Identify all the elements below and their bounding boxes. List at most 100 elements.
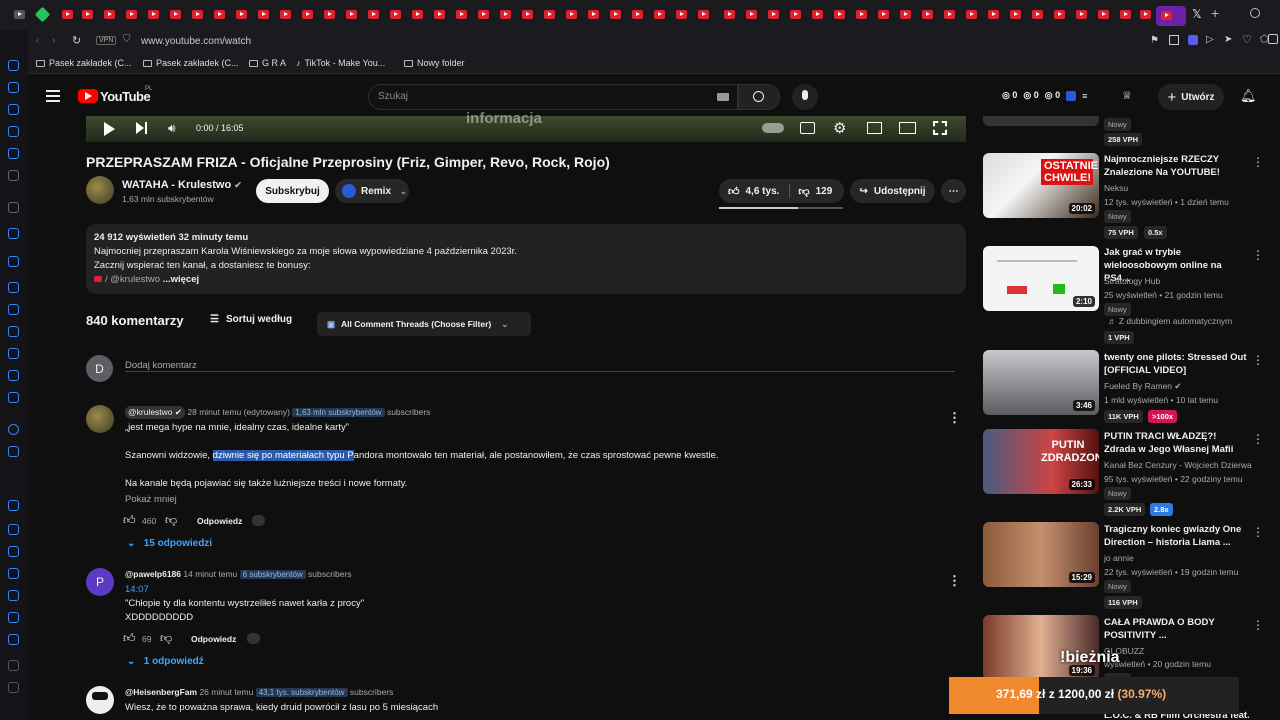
- youtube-tab-icon[interactable]: [588, 10, 599, 19]
- youtube-tab-icon[interactable]: [148, 10, 159, 19]
- dislike-count[interactable]: 129: [816, 186, 833, 197]
- comment-author[interactable]: @krulestwo ✔: [125, 406, 186, 419]
- related-title[interactable]: Tragiczny koniec gwiazdy One Direction –…: [1104, 523, 1250, 549]
- timestamp-link[interactable]: 14:07: [125, 584, 149, 595]
- remix-button[interactable]: Remix ⌄: [335, 179, 409, 203]
- sidebar-icon[interactable]: [8, 148, 19, 159]
- like-icon[interactable]: 👍︎: [123, 631, 136, 646]
- youtube-tab-icon[interactable]: [236, 10, 247, 19]
- new-tab-icon[interactable]: +: [1211, 5, 1219, 21]
- youtube-tab-icon[interactable]: [478, 10, 489, 19]
- comment-avatar[interactable]: [86, 686, 114, 714]
- extension-icon[interactable]: [1188, 35, 1198, 45]
- replies-toggle[interactable]: ⌄ 1 odpowiedź: [127, 656, 204, 667]
- sidebar-icon[interactable]: [8, 612, 19, 623]
- sort-button[interactable]: ☰ Sortuj według: [210, 314, 292, 325]
- sidebar-icon[interactable]: [8, 546, 19, 557]
- youtube-tab-icon[interactable]: [566, 10, 577, 19]
- youtube-tab-icon[interactable]: [170, 10, 181, 19]
- bookmark-folder[interactable]: Pasek zakładek (C...: [36, 58, 132, 68]
- youtube-tab-icon[interactable]: [82, 10, 93, 19]
- sidebar-icon[interactable]: [8, 682, 19, 693]
- comment-author[interactable]: @pawelp6186: [125, 569, 181, 579]
- related-channel[interactable]: Neksu: [1104, 183, 1128, 193]
- youtube-tab-icon[interactable]: [126, 10, 137, 19]
- youtube-tab-icon[interactable]: [632, 10, 643, 19]
- youtube-tab-icon[interactable]: [724, 10, 735, 19]
- back-icon[interactable]: ‹: [36, 35, 39, 46]
- youtube-tab-icon[interactable]: [456, 10, 467, 19]
- comment-avatar[interactable]: P: [86, 568, 114, 596]
- search-button[interactable]: [738, 84, 780, 110]
- fullscreen-icon[interactable]: [933, 121, 947, 135]
- screenshot-icon[interactable]: [1268, 34, 1278, 44]
- bookmark-folder[interactable]: Nowy folder: [404, 58, 465, 68]
- play-extension-icon[interactable]: ▷: [1206, 34, 1214, 45]
- like-count[interactable]: 4,6 tys.: [746, 186, 780, 197]
- sidebar-icon[interactable]: [8, 634, 19, 645]
- dislike-icon[interactable]: 👎︎: [798, 185, 809, 198]
- youtube-logo-text[interactable]: YouTube: [100, 89, 151, 104]
- bookmark-icon[interactable]: ⚑: [1150, 35, 1159, 46]
- youtube-tab-icon[interactable]: [544, 10, 555, 19]
- related-channel[interactable]: Fueled By Ramen ✔: [1104, 381, 1182, 392]
- related-menu-icon[interactable]: ⋮: [1252, 619, 1264, 631]
- youtube-tab-icon[interactable]: [258, 10, 269, 19]
- extension-icon[interactable]: [247, 633, 260, 644]
- youtube-tab-icon[interactable]: [1076, 10, 1087, 19]
- tab-icon[interactable]: [14, 10, 25, 19]
- youtube-tab-icon[interactable]: [746, 10, 757, 19]
- sidebar-icon[interactable]: [8, 256, 19, 267]
- comment-menu-icon[interactable]: ⋮: [948, 410, 961, 426]
- next-icon[interactable]: [136, 122, 144, 134]
- sidebar-icon[interactable]: [8, 392, 19, 403]
- sidebar-icon[interactable]: [8, 282, 19, 293]
- youtube-tab-icon[interactable]: [324, 10, 335, 19]
- play-icon[interactable]: [104, 122, 115, 136]
- related-title[interactable]: Najmroczniejsze RZECZY Znalezione Na YOU…: [1104, 153, 1250, 179]
- bookmark-tiktok[interactable]: ♪ TikTok - Make You...: [296, 58, 385, 68]
- sidebar-icon[interactable]: [8, 590, 19, 601]
- bookmark-folder[interactable]: G R A: [249, 58, 286, 68]
- youtube-tab-icon[interactable]: [768, 10, 779, 19]
- description-link[interactable]: / @krulestwo ...więcej: [94, 274, 199, 285]
- youtube-logo-icon[interactable]: [78, 89, 98, 103]
- youtube-tab-icon[interactable]: [966, 10, 977, 19]
- youtube-tab-icon[interactable]: [280, 10, 291, 19]
- handle-link[interactable]: / @krulestwo: [105, 274, 160, 285]
- youtube-tab-icon[interactable]: [1032, 10, 1043, 19]
- tab-icon-green[interactable]: [34, 6, 51, 23]
- youtube-tab-icon[interactable]: [412, 10, 423, 19]
- related-menu-icon[interactable]: ⋮: [1252, 156, 1264, 168]
- url-field[interactable]: www.youtube.com/watch: [141, 36, 251, 47]
- youtube-tab-icon[interactable]: [500, 10, 511, 19]
- youtube-tab-icon[interactable]: [368, 10, 379, 19]
- related-thumbnail[interactable]: 15:29: [983, 522, 1099, 587]
- bookmark-folder[interactable]: Pasek zakładek (C...: [143, 58, 239, 68]
- youtube-tab-icon[interactable]: [834, 10, 845, 19]
- voice-search-button[interactable]: [792, 84, 818, 110]
- sidebar-icon[interactable]: [8, 568, 19, 579]
- youtube-tab-icon[interactable]: [214, 10, 225, 19]
- comment-author[interactable]: @HeisenbergFam: [125, 687, 197, 697]
- more-actions-button[interactable]: ⋯: [941, 179, 966, 203]
- related-thumbnail[interactable]: [983, 116, 1099, 126]
- youtube-tab-icon[interactable]: [434, 10, 445, 19]
- youtube-tab-icon[interactable]: [988, 10, 999, 19]
- youtube-tab-icon[interactable]: [346, 10, 357, 19]
- youtube-tab-icon[interactable]: [1010, 10, 1021, 19]
- sidebar-icon[interactable]: [8, 326, 19, 337]
- sidebar-icon[interactable]: [8, 82, 19, 93]
- sidebar-icon[interactable]: [8, 202, 19, 213]
- sidebar-icon[interactable]: [8, 304, 19, 315]
- list-icon[interactable]: ≡: [1082, 91, 1087, 101]
- sidebar-icon[interactable]: [8, 424, 19, 435]
- youtube-tab-icon[interactable]: [654, 10, 665, 19]
- reply-button[interactable]: Odpowiedz: [197, 516, 242, 526]
- search-input[interactable]: Szukaj: [368, 84, 738, 110]
- volume-icon[interactable]: 🔊︎: [168, 121, 176, 136]
- channel-name[interactable]: WATAHA - Krulestwo ✔: [122, 179, 242, 191]
- favorites-icon[interactable]: ♡: [1242, 33, 1252, 46]
- youtube-tab-icon[interactable]: [878, 10, 889, 19]
- youtube-tab-icon[interactable]: [1054, 10, 1065, 19]
